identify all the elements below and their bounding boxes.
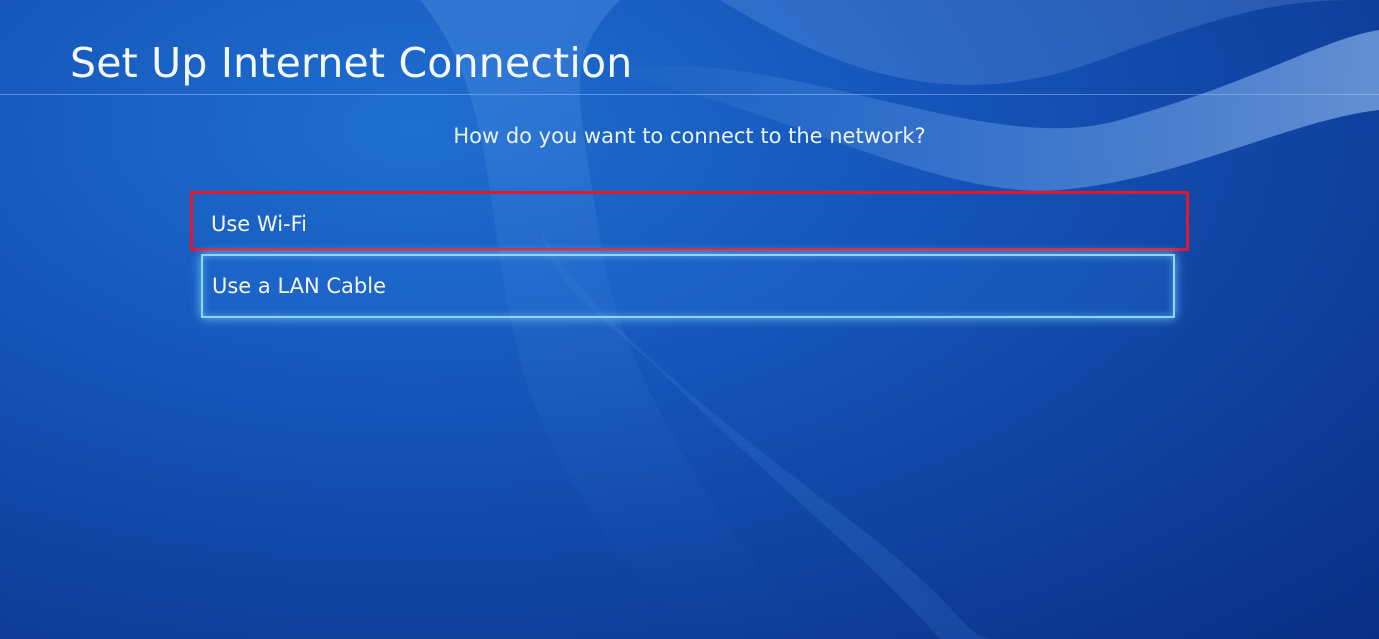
use-lan-cable-option[interactable]: Use a LAN Cable [201,254,1175,318]
header-bar: Set Up Internet Connection [0,0,1379,95]
prompt-text: How do you want to connect to the networ… [453,124,926,148]
page-title: Set Up Internet Connection [70,39,633,87]
use-wifi-label: Use Wi-Fi [211,212,308,236]
header-divider [0,94,1379,95]
use-lan-cable-label: Use a LAN Cable [212,274,386,298]
background-waves [420,0,1379,639]
connection-prompt: How do you want to connect to the networ… [0,121,1379,151]
use-wifi-option[interactable]: Use Wi-Fi [190,191,1189,251]
